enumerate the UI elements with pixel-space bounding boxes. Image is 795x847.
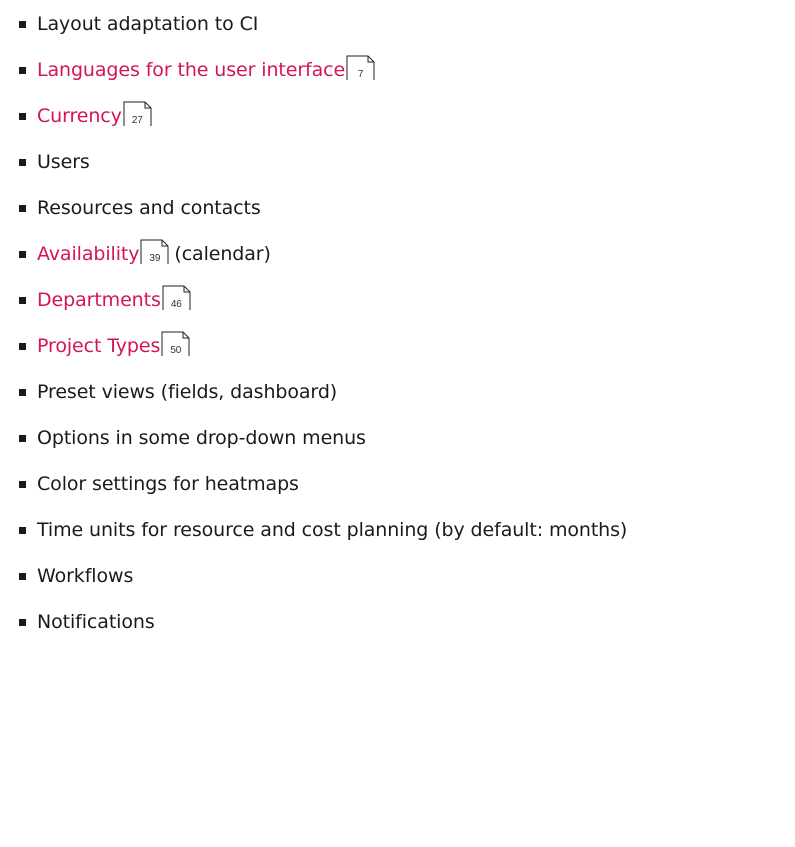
square-bullet-icon xyxy=(19,618,26,626)
list-item-text: Workflows xyxy=(37,565,134,587)
square-bullet-icon xyxy=(19,296,26,304)
square-bullet-icon xyxy=(19,388,26,396)
page-reference-icon[interactable]: 27 xyxy=(123,101,152,127)
page-number: 27 xyxy=(131,115,143,126)
square-bullet-icon xyxy=(19,112,26,120)
list-item-text: Resources and contacts xyxy=(37,197,261,219)
list-item: Time units for resource and cost plannin… xyxy=(19,515,627,545)
list-item: Color settings for heatmaps xyxy=(19,469,299,499)
page-number: 50 xyxy=(170,345,182,356)
page-reference-icon[interactable]: 39 xyxy=(140,239,169,265)
list-item: Layout adaptation to CI xyxy=(19,9,258,39)
link-availability[interactable]: Availability xyxy=(37,243,139,265)
link-currency[interactable]: Currency xyxy=(37,105,122,127)
square-bullet-icon xyxy=(19,250,26,258)
list-item-text: Notifications xyxy=(37,611,155,633)
list-item: Users xyxy=(19,147,90,177)
square-bullet-icon xyxy=(19,204,26,212)
page-reference-icon[interactable]: 7 xyxy=(346,55,375,81)
page-number: 46 xyxy=(170,299,182,310)
square-bullet-icon xyxy=(19,434,26,442)
square-bullet-icon xyxy=(19,480,26,488)
square-bullet-icon xyxy=(19,66,26,74)
list-item-suffix: (calendar) xyxy=(174,243,271,265)
page-reference-icon[interactable]: 46 xyxy=(162,285,191,311)
square-bullet-icon xyxy=(19,20,26,28)
list-item-text: Options in some drop-down menus xyxy=(37,427,366,449)
list-item: Languages for the user interface 7 xyxy=(19,55,379,85)
page-number: 39 xyxy=(149,253,161,264)
list-item: Notifications xyxy=(19,607,155,637)
list-item: Preset views (fields, dashboard) xyxy=(19,377,337,407)
square-bullet-icon xyxy=(19,158,26,166)
list-item: Departments 46 xyxy=(19,285,195,315)
list-item: Availability 39 (calendar) xyxy=(19,239,271,269)
page-number: 7 xyxy=(357,69,364,80)
page-reference-icon[interactable]: 50 xyxy=(161,331,190,357)
link-languages[interactable]: Languages for the user interface xyxy=(37,59,345,81)
list-item-text: Time units for resource and cost plannin… xyxy=(37,519,628,541)
list-item: Project Types 50 xyxy=(19,331,194,361)
list-item: Resources and contacts xyxy=(19,193,261,223)
list-item-text: Preset views (fields, dashboard) xyxy=(37,381,338,403)
link-project-types[interactable]: Project Types xyxy=(37,335,160,357)
list-item-text: Color settings for heatmaps xyxy=(37,473,299,495)
list-item: Currency 27 xyxy=(19,101,156,131)
list-item-text: Layout adaptation to CI xyxy=(37,13,259,35)
list-item: Options in some drop-down menus xyxy=(19,423,366,453)
square-bullet-icon xyxy=(19,572,26,580)
list-item: Workflows xyxy=(19,561,133,591)
list-item-text: Users xyxy=(37,151,90,173)
link-departments[interactable]: Departments xyxy=(37,289,161,311)
square-bullet-icon xyxy=(19,342,26,350)
square-bullet-icon xyxy=(19,526,26,534)
